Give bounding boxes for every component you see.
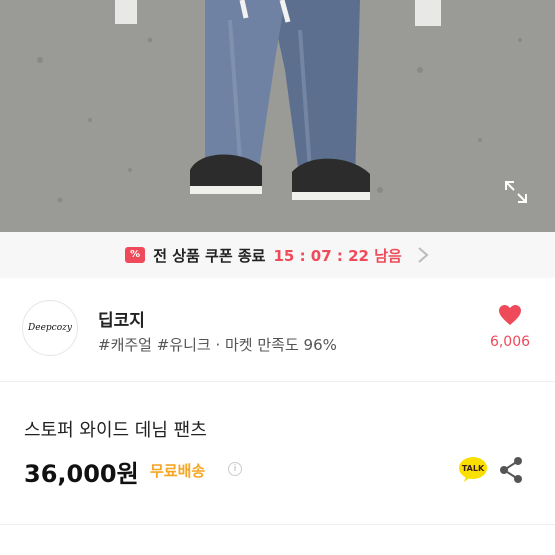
coupon-ticket-icon: % bbox=[125, 247, 146, 263]
like-count: 6,006 bbox=[489, 334, 531, 350]
seller-section: Deepcozy 딥코지 #캐주얼 #유니크 · 마켓 만족도 96% 6,00… bbox=[0, 278, 555, 382]
info-icon[interactable]: i bbox=[228, 462, 242, 476]
coupon-timer: 15 : 07 : 22 남음 bbox=[273, 246, 402, 265]
chevron-right-icon bbox=[418, 247, 429, 263]
price: 36,000원 bbox=[24, 460, 139, 488]
product-title: 스토퍼 와이드 데님 팬츠 bbox=[24, 420, 207, 441]
like-button[interactable]: 6,006 bbox=[482, 304, 538, 350]
coupon-text: 전 상품 쿠폰 종료 bbox=[153, 246, 266, 265]
seller-tags: #캐주얼 #유니크 · 마켓 만족도 96% bbox=[98, 336, 337, 354]
heart-icon bbox=[499, 305, 521, 325]
shipping-badge: 무료배송 bbox=[150, 462, 206, 480]
coupon-banner[interactable]: % 전 상품 쿠폰 종료 15 : 07 : 22 남음 bbox=[0, 232, 555, 278]
product-image[interactable] bbox=[0, 0, 555, 232]
seller-name[interactable]: 딥코지 bbox=[98, 306, 145, 331]
talk-button[interactable]: TALK bbox=[458, 456, 488, 484]
expand-icon[interactable] bbox=[500, 176, 532, 208]
share-icon[interactable] bbox=[498, 456, 524, 484]
talk-label: TALK bbox=[462, 464, 485, 473]
divider bbox=[0, 524, 555, 525]
avatar[interactable]: Deepcozy bbox=[22, 300, 78, 356]
avatar-logo-text: Deepcozy bbox=[28, 323, 72, 333]
